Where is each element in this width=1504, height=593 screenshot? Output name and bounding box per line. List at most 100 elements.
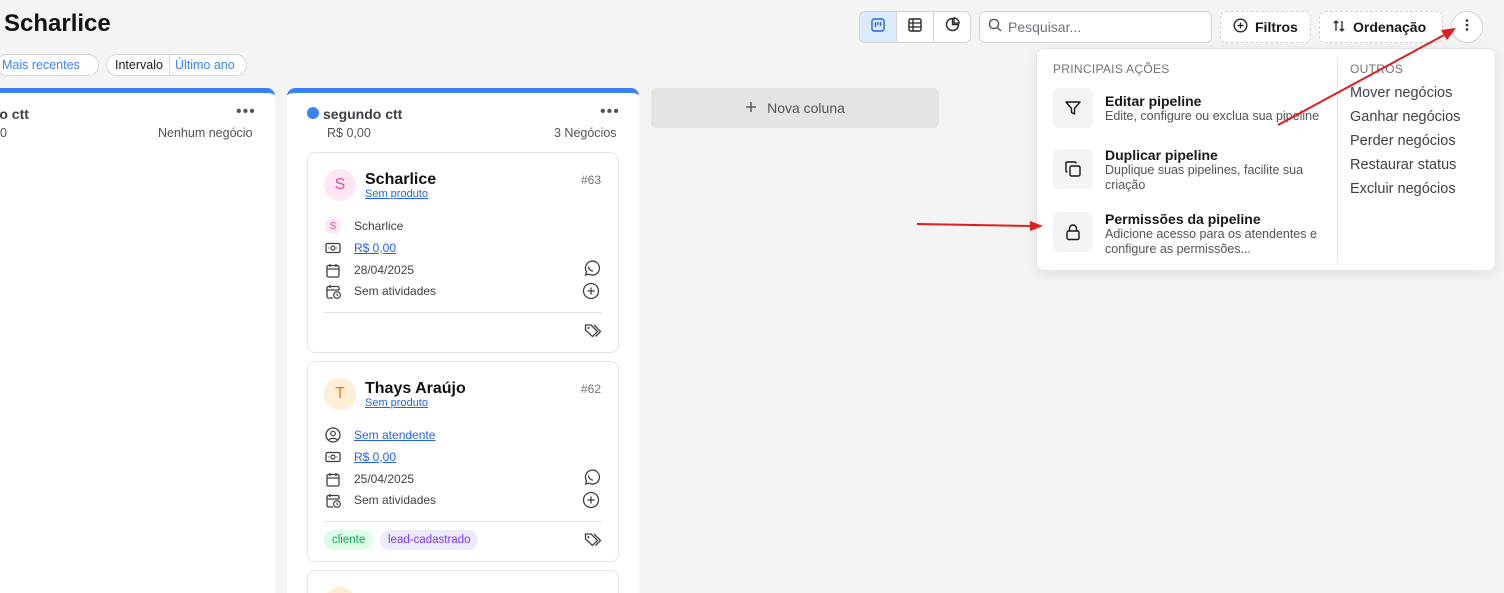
value-row: R$ 0,00: [324, 447, 396, 467]
column-more-icon[interactable]: •••: [600, 103, 620, 121]
value-row: R$ 0,00: [324, 238, 396, 258]
money-icon: [324, 242, 342, 254]
edit-pipeline-title: Editar pipeline: [1105, 93, 1202, 109]
sort-chip[interactable]: Mais recentes: [0, 54, 99, 76]
date-row: 25/04/2025: [324, 469, 414, 489]
card-divider: [324, 521, 602, 522]
duplicate-pipeline-desc: Duplique suas pipelines, facilite sua cr…: [1105, 163, 1304, 192]
deal-id: #62: [581, 382, 602, 396]
tags-icon[interactable]: [584, 323, 603, 344]
activities-status: Sem atividades: [354, 284, 437, 298]
pipeline-permissions-item[interactable]: Permissões da pipeline Adicione acesso p…: [1053, 211, 1337, 257]
calendar-icon: [324, 472, 342, 487]
more-vertical-icon: [1465, 18, 1469, 37]
search-icon: [988, 18, 1002, 37]
plus-circle-icon: [1233, 18, 1248, 36]
product-link[interactable]: Sem produto: [365, 188, 428, 200]
deal-name: Scharlice: [365, 171, 437, 188]
table-icon: [908, 17, 922, 37]
menu-divider: [1337, 57, 1338, 263]
agent-row: S Scharlice: [324, 216, 403, 236]
lose-deals-item[interactable]: Perder negócios: [1350, 133, 1456, 149]
product-link[interactable]: Sem produto: [365, 397, 428, 409]
column-count: Nenhum negócio: [158, 126, 253, 140]
date-row: 28/04/2025: [324, 260, 414, 280]
annotation-arrow: [916, 221, 1043, 231]
column-name: segundo ctt: [323, 106, 403, 122]
deal-card[interactable]: S Scharlice Sem produto #63 S Scharlice …: [307, 152, 619, 353]
avatar: T: [324, 378, 356, 410]
pipeline-permissions-title: Permissões da pipeline: [1105, 211, 1261, 227]
deal-card[interactable]: T Thays Araújo Sem produto #62 Sem atend…: [307, 361, 619, 562]
edit-pipeline-desc: Edite, configure ou exclua sua pipeline: [1105, 109, 1320, 123]
agent-link[interactable]: Sem atendente: [354, 428, 435, 442]
filter-icon: [1053, 88, 1093, 128]
pipeline-column: iro ctt ••• 0 Nenhum negócio: [0, 88, 275, 593]
edit-pipeline-item[interactable]: Editar pipeline Edite, configure ou excl…: [1053, 88, 1337, 128]
activities-row: Sem atividades: [324, 281, 436, 301]
column-value: R$ 0,00: [327, 126, 371, 140]
search-input[interactable]: [1008, 19, 1198, 35]
kanban-icon: [871, 17, 885, 37]
card-divider: [324, 312, 602, 313]
calendar-clock-icon: [324, 493, 342, 508]
delete-deals-item[interactable]: Excluir negócios: [1350, 181, 1456, 197]
user-circle-icon: [324, 427, 342, 443]
calendar-clock-icon: [324, 284, 342, 299]
column-name: iro ctt: [0, 106, 29, 122]
pipeline-permissions-desc: Adicione acesso para os atendentes e con…: [1105, 227, 1317, 256]
filters-button[interactable]: Filtros: [1220, 11, 1311, 43]
new-column-button[interactable]: Nova coluna: [651, 88, 939, 128]
column-more-icon[interactable]: •••: [236, 103, 256, 121]
main-actions-heading: PRINCIPAIS AÇÕES: [1053, 62, 1170, 76]
whatsapp-icon[interactable]: [582, 469, 601, 492]
kanban-view-button[interactable]: [860, 12, 897, 42]
filters-label: Filtros: [1255, 19, 1298, 35]
activities-row: Sem atividades: [324, 490, 436, 510]
search-box: [979, 11, 1212, 43]
deal-value[interactable]: R$ 0,00: [354, 241, 396, 255]
deal-date: 28/04/2025: [354, 263, 415, 277]
duplicate-pipeline-title: Duplicar pipeline: [1105, 147, 1218, 163]
interval-chip-value: Último ano: [168, 55, 243, 75]
deal-name: Thays Araújo: [365, 380, 466, 397]
tag[interactable]: lead-cadastrado: [380, 530, 479, 550]
agent-row: Sem atendente: [324, 425, 435, 445]
money-icon: [324, 451, 342, 463]
deal-date: 25/04/2025: [354, 472, 415, 486]
activities-status: Sem atividades: [354, 493, 437, 507]
pie-chart-icon: [945, 17, 960, 37]
sort-chip-value: Mais recentes: [2, 58, 80, 72]
chart-view-button[interactable]: [934, 12, 970, 42]
column-value: 0: [0, 126, 7, 140]
add-activity-icon[interactable]: [582, 491, 600, 514]
table-view-button[interactable]: [897, 12, 934, 42]
move-deals-item[interactable]: Mover negócios: [1350, 85, 1452, 101]
avatar: [324, 587, 356, 593]
actions-dropdown-menu: PRINCIPAIS AÇÕES Editar pipeline Edite, …: [1036, 48, 1496, 271]
deal-value[interactable]: R$ 0,00: [354, 450, 396, 464]
other-actions-heading: OUTROS: [1350, 62, 1404, 76]
deal-id: #63: [581, 173, 602, 187]
sort-arrows-icon: [1332, 19, 1346, 36]
add-activity-icon[interactable]: [582, 282, 600, 305]
lock-icon: [1053, 212, 1093, 252]
avatar: S: [324, 169, 356, 201]
tag[interactable]: cliente: [324, 530, 374, 550]
deal-card[interactable]: [307, 570, 619, 593]
interval-chip[interactable]: Intervalo Último ano: [106, 54, 247, 76]
duplicate-pipeline-item[interactable]: Duplicar pipeline Duplique suas pipeline…: [1053, 147, 1337, 193]
sort-button[interactable]: Ordenação: [1319, 11, 1443, 43]
pipeline-column: segundo ctt ••• R$ 0,00 3 Negócios S Sch…: [287, 88, 639, 593]
interval-chip-label: Intervalo: [115, 58, 163, 72]
view-switcher: [859, 11, 971, 43]
column-color-dot: [307, 107, 319, 119]
plus-icon: [745, 100, 757, 116]
more-actions-button[interactable]: [1451, 11, 1483, 43]
tags-icon[interactable]: [584, 532, 603, 553]
restore-status-item[interactable]: Restaurar status: [1350, 157, 1456, 173]
agent-name: Scharlice: [354, 219, 404, 233]
whatsapp-icon[interactable]: [582, 260, 601, 283]
win-deals-item[interactable]: Ganhar negócios: [1350, 109, 1460, 125]
sort-label: Ordenação: [1353, 19, 1427, 35]
